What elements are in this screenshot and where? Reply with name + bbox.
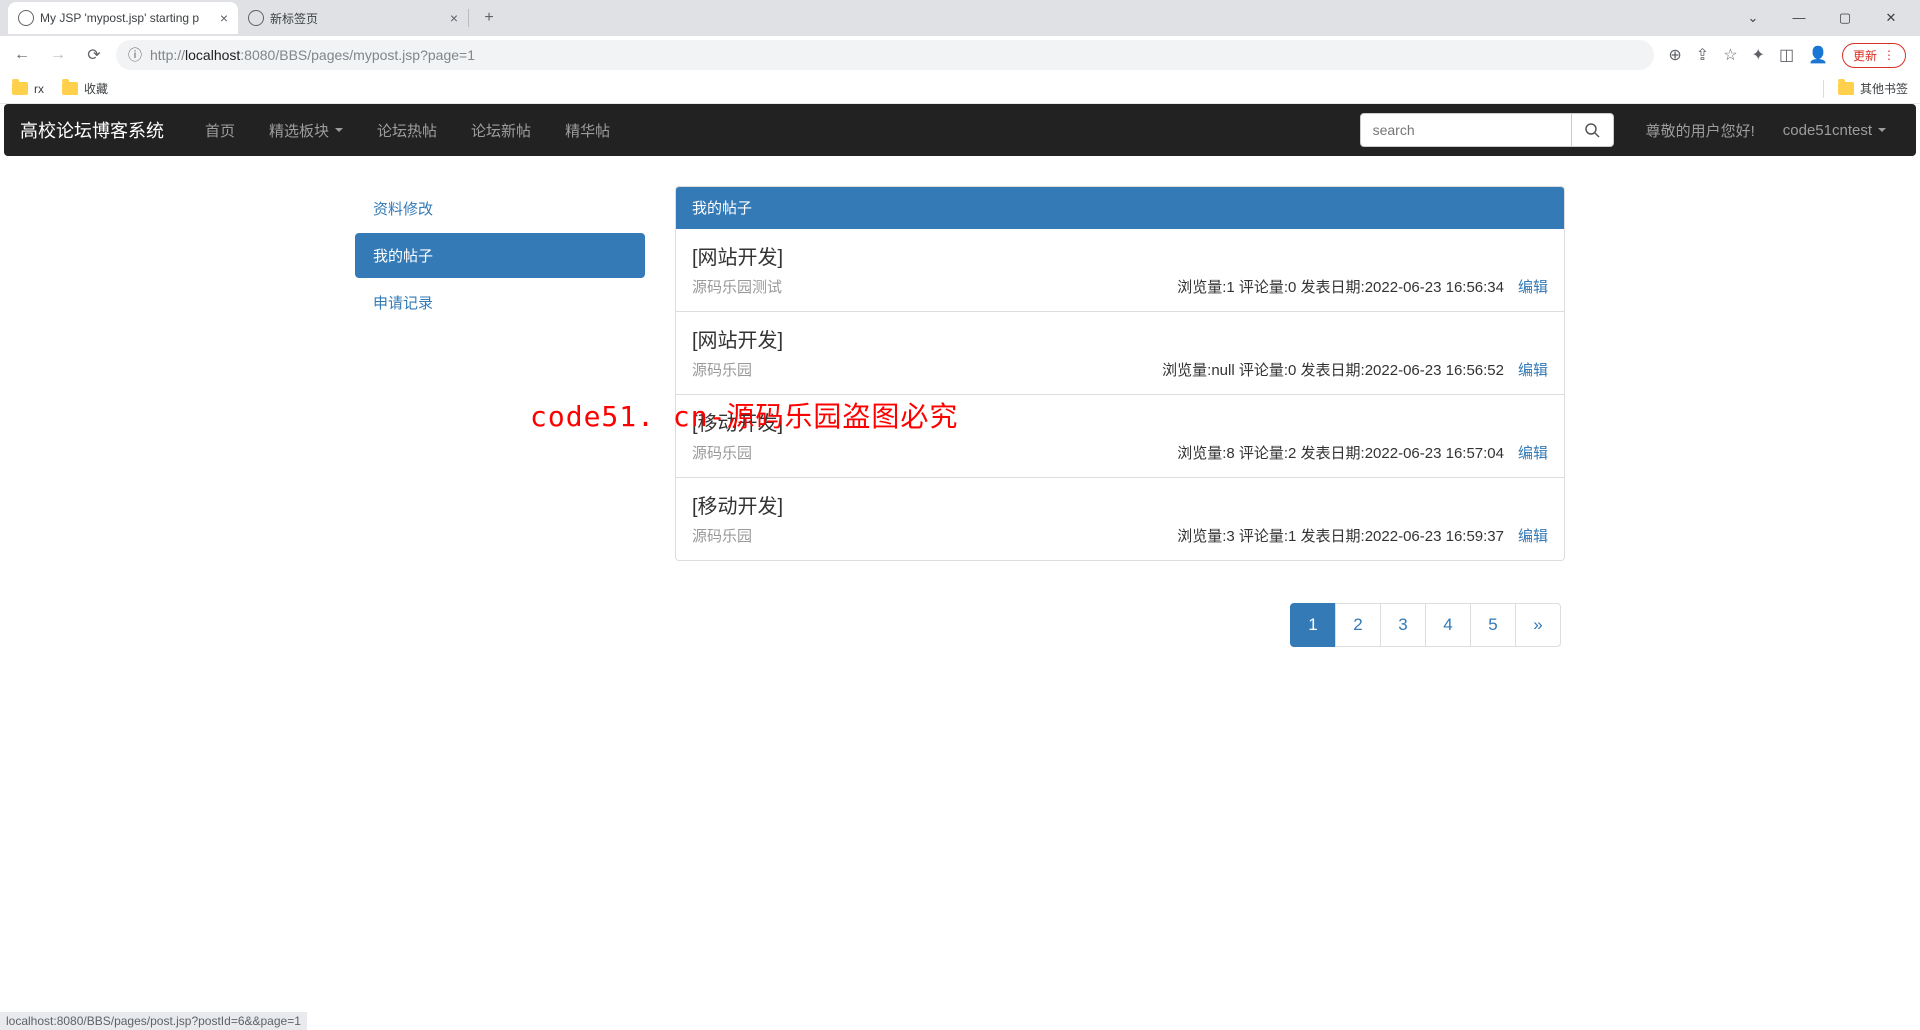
tab-title: 新标签页	[270, 10, 444, 27]
reload-button[interactable]: ⟳	[80, 41, 108, 69]
edit-link[interactable]: 编辑	[1518, 442, 1548, 463]
url-input[interactable]: ⓘ http://localhost:8080/BBS/pages/mypost…	[116, 40, 1654, 70]
globe-icon	[18, 10, 34, 26]
nav-links: 首页 精选板块 论坛热帖 论坛新帖 精华帖	[188, 105, 627, 156]
sidebar-item-apply[interactable]: 申请记录	[355, 280, 645, 325]
edit-link[interactable]: 编辑	[1518, 276, 1548, 297]
search-button[interactable]	[1572, 113, 1614, 147]
nav-right: 尊敬的用户您好! code51cntest	[1360, 105, 1900, 156]
pagination: 12345»	[675, 603, 1565, 647]
chevron-down-icon	[1878, 128, 1886, 132]
bookmark-label: 其他书签	[1860, 80, 1908, 97]
chevron-down-icon	[335, 128, 343, 132]
post-meta: 浏览量:null 评论量:0 发表日期:2022-06-23 16:56:52	[1162, 359, 1504, 380]
close-icon[interactable]: ✕	[1876, 10, 1906, 26]
tab-bar: My JSP 'mypost.jsp' starting p × 新标签页 × …	[0, 0, 1920, 36]
minimize-icon[interactable]: —	[1784, 10, 1814, 26]
post-item: [网站开发]源码乐园测试浏览量:1 评论量:0 发表日期:2022-06-23 …	[676, 229, 1564, 312]
app-navbar: 高校论坛博客系统 首页 精选板块 论坛热帖 论坛新帖 精华帖 尊敬的用户您好! …	[4, 104, 1916, 156]
nav-hot[interactable]: 论坛热帖	[360, 105, 454, 156]
folder-icon	[12, 82, 28, 95]
post-meta: 浏览量:3 评论量:1 发表日期:2022-06-23 16:59:37	[1177, 525, 1504, 546]
post-meta: 浏览量:8 评论量:2 发表日期:2022-06-23 16:57:04	[1177, 442, 1504, 463]
post-item: [移动开发]源码乐园浏览量:3 评论量:1 发表日期:2022-06-23 16…	[676, 478, 1564, 560]
chevron-down-icon[interactable]: ⌄	[1738, 10, 1768, 26]
other-bookmarks[interactable]: 其他书签	[1823, 80, 1908, 98]
page-button[interactable]: 1	[1290, 603, 1336, 647]
window-controls: ⌄ — ▢ ✕	[1738, 10, 1920, 26]
post-title[interactable]: [移动开发]	[692, 407, 1548, 436]
extensions-icon[interactable]: ✦	[1752, 45, 1765, 65]
side-panel-icon[interactable]: ◫	[1779, 45, 1794, 65]
search-icon	[1584, 122, 1600, 138]
panel-header: 我的帖子	[676, 187, 1564, 229]
nav-essence[interactable]: 精华帖	[548, 105, 627, 156]
divider	[1823, 80, 1824, 98]
post-title[interactable]: [网站开发]	[692, 241, 1548, 270]
share-icon[interactable]: ⇪	[1696, 45, 1709, 65]
post-item: [网站开发]源码乐园浏览量:null 评论量:0 发表日期:2022-06-23…	[676, 312, 1564, 395]
url-text: http://localhost:8080/BBS/pages/mypost.j…	[150, 47, 475, 63]
profile-icon[interactable]: 👤	[1808, 45, 1828, 65]
sidebar: 资料修改 我的帖子 申请记录	[355, 186, 645, 647]
bookmark-label: rx	[34, 82, 44, 96]
update-button[interactable]: 更新⋮	[1842, 43, 1906, 68]
bookmark-label: 收藏	[84, 80, 108, 97]
bookmark-item[interactable]: 收藏	[62, 80, 108, 97]
tab-title: My JSP 'mypost.jsp' starting p	[40, 11, 214, 25]
edit-link[interactable]: 编辑	[1518, 359, 1548, 380]
posts-panel: 我的帖子 [网站开发]源码乐园测试浏览量:1 评论量:0 发表日期:2022-0…	[675, 186, 1565, 561]
post-title[interactable]: [网站开发]	[692, 324, 1548, 353]
greeting: 尊敬的用户您好!	[1632, 105, 1769, 156]
content-container: 资料修改 我的帖子 申请记录 我的帖子 [网站开发]源码乐园测试浏览量:1 评论…	[340, 186, 1580, 647]
page-next-button[interactable]: »	[1515, 603, 1561, 647]
nav-home[interactable]: 首页	[188, 105, 252, 156]
folder-icon	[62, 82, 78, 95]
maximize-icon[interactable]: ▢	[1830, 10, 1860, 26]
post-item: [移动开发]源码乐园浏览量:8 评论量:2 发表日期:2022-06-23 16…	[676, 395, 1564, 478]
toolbar-icons: ⊕ ⇪ ☆ ✦ ◫ 👤 更新⋮	[1662, 43, 1912, 68]
search-group	[1360, 113, 1614, 147]
bookmarks-bar: rx 收藏 其他书签	[0, 74, 1920, 104]
bookmark-item[interactable]: rx	[12, 82, 44, 96]
main-panel: 我的帖子 [网站开发]源码乐园测试浏览量:1 评论量:0 发表日期:2022-0…	[675, 186, 1565, 647]
page-button[interactable]: 5	[1470, 603, 1516, 647]
forward-button[interactable]: →	[44, 41, 72, 69]
browser-chrome: My JSP 'mypost.jsp' starting p × 新标签页 × …	[0, 0, 1920, 104]
zoom-icon[interactable]: ⊕	[1668, 45, 1681, 65]
new-tab-button[interactable]: +	[475, 9, 503, 27]
globe-icon	[248, 10, 264, 26]
sidebar-item-myposts[interactable]: 我的帖子	[355, 233, 645, 278]
post-title[interactable]: [移动开发]	[692, 490, 1548, 519]
info-icon[interactable]: ⓘ	[128, 45, 142, 65]
folder-icon	[1838, 82, 1854, 95]
nav-featured[interactable]: 精选板块	[252, 105, 360, 156]
page-button[interactable]: 4	[1425, 603, 1471, 647]
post-list: [网站开发]源码乐园测试浏览量:1 评论量:0 发表日期:2022-06-23 …	[676, 229, 1564, 560]
close-icon[interactable]: ×	[220, 10, 228, 26]
page-button[interactable]: 2	[1335, 603, 1381, 647]
page-button[interactable]: 3	[1380, 603, 1426, 647]
star-icon[interactable]: ☆	[1723, 45, 1737, 65]
status-bar: localhost:8080/BBS/pages/post.jsp?postId…	[0, 1012, 307, 1030]
browser-tab[interactable]: 新标签页 ×	[238, 2, 468, 34]
nav-new[interactable]: 论坛新帖	[454, 105, 548, 156]
back-button[interactable]: ←	[8, 41, 36, 69]
post-meta: 浏览量:1 评论量:0 发表日期:2022-06-23 16:56:34	[1177, 276, 1504, 297]
close-icon[interactable]: ×	[450, 10, 458, 26]
search-input[interactable]	[1360, 113, 1572, 147]
user-dropdown[interactable]: code51cntest	[1769, 107, 1900, 154]
edit-link[interactable]: 编辑	[1518, 525, 1548, 546]
brand[interactable]: 高校论坛博客系统	[20, 117, 164, 143]
divider	[468, 9, 469, 27]
sidebar-item-profile[interactable]: 资料修改	[355, 186, 645, 231]
address-bar: ← → ⟳ ⓘ http://localhost:8080/BBS/pages/…	[0, 36, 1920, 74]
browser-tab-active[interactable]: My JSP 'mypost.jsp' starting p ×	[8, 2, 238, 34]
